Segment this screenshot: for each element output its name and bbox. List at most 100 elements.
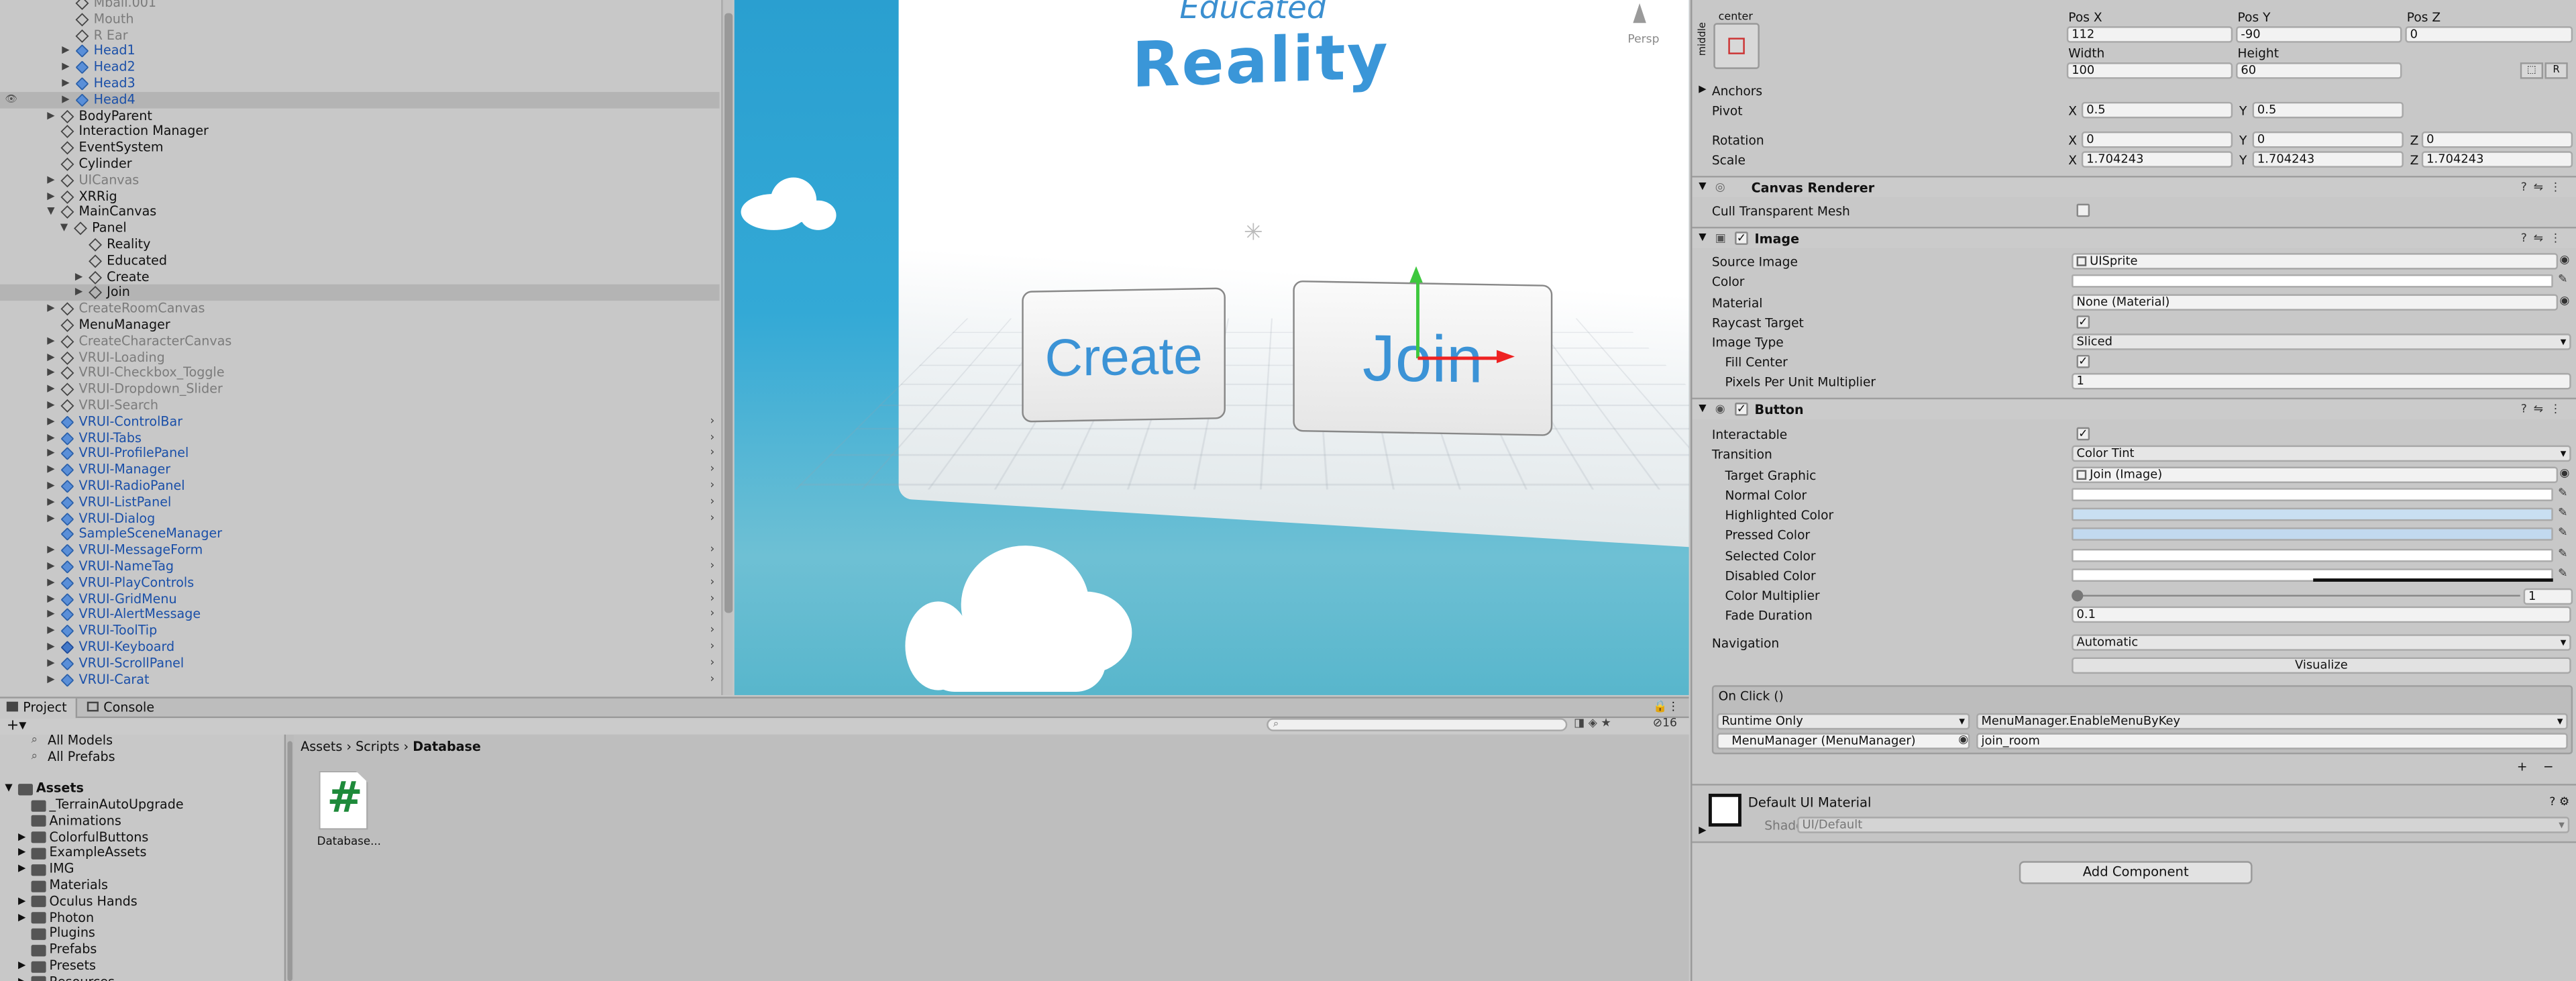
open-prefab-chevron-icon[interactable]: ›: [710, 414, 714, 430]
runtime-only-dropdown[interactable]: Runtime Only: [1717, 713, 1970, 729]
expand-right-icon[interactable]: ▶: [44, 495, 58, 511]
expand-right-icon[interactable]: ▶: [59, 60, 72, 76]
create-plus-icon[interactable]: +▾: [7, 718, 27, 734]
hierarchy-item[interactable]: Reality: [0, 237, 720, 253]
expand-right-icon[interactable]: ▶: [44, 575, 58, 591]
hierarchy-item[interactable]: ▶ VRUI-ToolTip ›: [0, 623, 720, 639]
open-prefab-chevron-icon[interactable]: ›: [710, 446, 714, 462]
hierarchy-item[interactable]: ▶ VRUI-GridMenu ›: [0, 591, 720, 607]
tab-console[interactable]: Console: [84, 699, 166, 718]
posy-field[interactable]: -90: [2236, 26, 2402, 42]
argument-field[interactable]: join_room: [1976, 733, 2568, 749]
expand-right-icon[interactable]: ▶: [44, 189, 58, 205]
hierarchy-item[interactable]: ▶ VRUI-ProfilePanel ›: [0, 446, 720, 462]
open-prefab-chevron-icon[interactable]: ›: [710, 495, 714, 511]
expand-right-icon[interactable]: ▶: [44, 607, 58, 623]
open-prefab-chevron-icon[interactable]: ›: [710, 559, 714, 575]
folder-item[interactable]: Prefabs: [0, 942, 284, 958]
expand-right-icon[interactable]: ▶: [18, 974, 25, 981]
function-dropdown[interactable]: MenuManager.EnableMenuByKey: [1976, 713, 2568, 729]
expand-right-icon[interactable]: ▶: [18, 958, 25, 974]
button-foldout-icon[interactable]: ▼: [1699, 403, 1706, 414]
hierarchy-item[interactable]: ▶ VRUI-Carat ›: [0, 672, 720, 688]
hierarchy-item[interactable]: Interaction Manager: [0, 124, 720, 140]
hierarchy-item[interactable]: EventSystem: [0, 140, 720, 156]
hierarchy-item[interactable]: ▼ Panel: [0, 221, 720, 237]
component-menu-icons[interactable]: ?⇋⋮: [2521, 231, 2568, 245]
move-gizmo-x[interactable]: [1417, 356, 1500, 360]
scale-y-field[interactable]: 1.704243: [2252, 151, 2404, 167]
anchors-label[interactable]: Anchors: [1712, 84, 1762, 99]
anchor-preset-button[interactable]: [1713, 23, 1760, 69]
expand-right-icon[interactable]: ▶: [44, 430, 58, 446]
expand-right-icon[interactable]: ▶: [44, 462, 58, 478]
hierarchy-item[interactable]: ▶ BodyParent: [0, 108, 720, 124]
expand-right-icon[interactable]: ▶: [44, 559, 58, 575]
width-field[interactable]: 100: [2066, 62, 2233, 79]
target-object-field[interactable]: MenuManager (MenuManager): [1717, 733, 1970, 749]
expand-right-icon[interactable]: ▶: [44, 511, 58, 527]
fill-center-checkbox[interactable]: ✓: [2076, 354, 2090, 368]
object-picker-icon[interactable]: ◉: [2560, 294, 2570, 307]
anchors-foldout-icon[interactable]: ▶: [1699, 84, 1706, 95]
expand-right-icon[interactable]: ▶: [44, 543, 58, 559]
open-prefab-chevron-icon[interactable]: ›: [710, 478, 714, 495]
eyedropper-icon[interactable]: ✎: [2558, 273, 2567, 287]
expand-right-icon[interactable]: ▶: [59, 76, 72, 92]
expand-right-icon[interactable]: ▶: [59, 44, 72, 60]
hierarchy-item[interactable]: ▶ Head2: [0, 60, 720, 76]
eyedropper-icon[interactable]: ✎: [2558, 506, 2567, 519]
image-header[interactable]: ▼ ▣ ✓ Image ?⇋⋮: [1692, 226, 2576, 248]
hierarchy-item[interactable]: ▶ CreateRoomCanvas: [0, 301, 720, 317]
search-input[interactable]: ⌕: [1267, 718, 1568, 731]
raw-edit-button[interactable]: R: [2544, 62, 2568, 79]
folder-item[interactable]: ▶ Resources: [0, 974, 284, 981]
tab-project[interactable]: Project: [0, 698, 78, 719]
folder-item[interactable]: Materials: [0, 878, 284, 894]
hierarchy-item[interactable]: ▶ XRRig: [0, 189, 720, 205]
hierarchy-item[interactable]: ▶ VRUI-AlertMessage ›: [0, 607, 720, 623]
hierarchy-item[interactable]: ▼ MainCanvas: [0, 205, 720, 221]
expand-right-icon[interactable]: ▶: [44, 172, 58, 189]
expand-right-icon[interactable]: ▶: [44, 414, 58, 430]
material-field[interactable]: None (Material): [2072, 294, 2559, 310]
folder-item[interactable]: _TerrainAutoUpgrade: [0, 797, 284, 813]
hierarchy-item[interactable]: ▶ VRUI-Dialog ›: [0, 511, 720, 527]
selected-color-swatch[interactable]: [2072, 548, 2553, 562]
open-prefab-chevron-icon[interactable]: ›: [710, 511, 714, 527]
assets-root[interactable]: ▼ Assets: [0, 780, 284, 796]
expand-right-icon[interactable]: ▶: [44, 591, 58, 607]
hierarchy-item[interactable]: ▶ Head3: [0, 76, 720, 92]
object-picker-icon[interactable]: ◉: [1958, 733, 1968, 746]
expand-right-icon[interactable]: ▶: [44, 478, 58, 495]
hierarchy-item[interactable]: ▶ VRUI-NameTag ›: [0, 559, 720, 575]
folder-item[interactable]: ▶ IMG: [0, 862, 284, 878]
hierarchy-item[interactable]: ▶ VRUI-Dropdown_Slider: [0, 382, 720, 398]
hierarchy-item[interactable]: Mouth: [0, 11, 720, 28]
hierarchy-item[interactable]: ▶ VRUI-ControlBar ›: [0, 414, 720, 430]
hierarchy-item[interactable]: Educated: [0, 253, 720, 269]
folder-item[interactable]: ▶ Photon: [0, 910, 284, 926]
canvas-renderer-foldout-icon[interactable]: ▼: [1699, 180, 1706, 192]
rot-z-field[interactable]: 0: [2421, 131, 2573, 148]
expand-right-icon[interactable]: ▶: [44, 639, 58, 656]
expand-right-icon[interactable]: ▶: [44, 301, 58, 317]
height-field[interactable]: 60: [2236, 62, 2402, 79]
scale-x-field[interactable]: 1.704243: [2081, 151, 2233, 167]
hierarchy-item[interactable]: Mball.001: [0, 0, 720, 11]
folder-item[interactable]: ▶ Presets: [0, 958, 284, 974]
hidden-packages-badge[interactable]: ⊘16: [1653, 717, 1677, 730]
folder-item[interactable]: Plugins: [0, 926, 284, 942]
open-prefab-chevron-icon[interactable]: ›: [710, 591, 714, 607]
hierarchy-item[interactable]: ▶ VRUI-ScrollPanel ›: [0, 656, 720, 672]
folder-item[interactable]: Animations: [0, 813, 284, 829]
material-foldout-icon[interactable]: ▶: [1699, 825, 1706, 836]
hierarchy-item[interactable]: R Ear: [0, 28, 720, 44]
target-graphic-field[interactable]: Join (Image): [2072, 466, 2559, 482]
hierarchy-item[interactable]: ▶ VRUI-Search: [0, 398, 720, 414]
material-menu-icons[interactable]: ? ⚙: [2549, 795, 2569, 809]
project-splitter[interactable]: [286, 734, 294, 981]
fade-duration-field[interactable]: 0.1: [2072, 606, 2571, 622]
image-foldout-icon[interactable]: ▼: [1699, 231, 1706, 243]
posx-field[interactable]: 112: [2066, 26, 2233, 42]
